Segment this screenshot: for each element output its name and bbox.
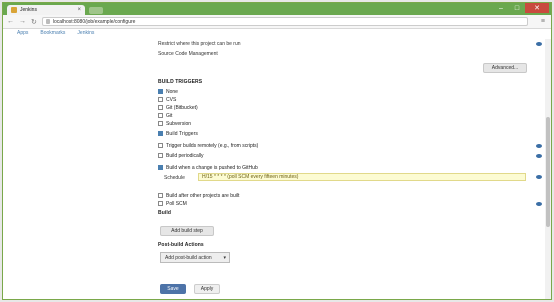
trigger-label: Build after other projects are built — [166, 193, 240, 199]
trigger-label: Build periodically — [166, 153, 204, 159]
advanced-button[interactable]: Advanced... — [483, 63, 527, 73]
trigger-row[interactable]: Build when a change is pushed to GitHub — [158, 165, 258, 171]
tab-strip: Jenkins × – □ ✕ — [3, 3, 551, 15]
trigger-row[interactable]: Trigger builds remotely (e.g., from scri… — [158, 143, 258, 149]
checkbox-icon[interactable] — [158, 143, 163, 149]
browser-toolbar: ← → ↻ localhost:8080/job/example/configu… — [3, 15, 551, 29]
help-icon[interactable] — [536, 42, 542, 46]
option-label: Subversion — [166, 121, 192, 127]
schedule-input[interactable]: H/15 * * * * (poll SCM every fifteen min… — [198, 173, 526, 181]
bookmark-item[interactable]: Jenkins — [77, 30, 94, 38]
section-marker-icon — [158, 131, 163, 137]
trigger-section-label: Build Triggers — [166, 131, 198, 137]
scrollbar-thumb[interactable] — [546, 117, 550, 227]
minimize-icon[interactable]: – — [493, 3, 509, 13]
address-bar[interactable]: localhost:8080/job/example/configure — [41, 17, 528, 26]
option-label: None — [166, 89, 178, 95]
checkbox-icon[interactable] — [158, 193, 163, 199]
page-info-icon[interactable] — [45, 19, 50, 24]
section-title: BUILD TRIGGERS — [158, 79, 203, 85]
new-tab-button[interactable] — [89, 7, 103, 14]
help-icon[interactable] — [536, 154, 542, 158]
help-icon[interactable] — [536, 144, 542, 148]
radio-icon[interactable] — [158, 105, 163, 111]
reload-icon[interactable]: ↻ — [31, 18, 37, 26]
save-button[interactable]: Save — [160, 284, 186, 294]
checkbox-icon[interactable] — [158, 165, 163, 171]
trigger-row[interactable]: Poll SCM — [158, 201, 187, 207]
option-label: Git (Bitbucket) — [166, 105, 198, 111]
help-icon[interactable] — [536, 175, 542, 179]
bookmark-item[interactable]: Apps — [17, 30, 28, 38]
page-content: Restrict where this project can be run S… — [3, 39, 551, 299]
checkbox-icon[interactable] — [158, 201, 163, 207]
tab-title: Jenkins — [20, 7, 37, 13]
option-label: CVS — [166, 97, 177, 103]
window-controls: – □ ✕ — [493, 3, 549, 13]
scrollbar[interactable] — [545, 39, 551, 299]
radio-icon[interactable] — [158, 97, 163, 103]
address-text: localhost:8080/job/example/configure — [52, 18, 136, 25]
trigger-label: Poll SCM — [166, 201, 187, 207]
add-build-step-button[interactable]: Add build step — [160, 226, 214, 236]
hamburger-menu-icon[interactable]: ≡ — [541, 18, 545, 25]
option-row[interactable]: Git — [158, 113, 172, 119]
schedule-value: H/15 * * * * (poll SCM every fifteen min… — [202, 174, 299, 180]
option-row[interactable]: Git (Bitbucket) — [158, 105, 198, 111]
close-window-icon[interactable]: ✕ — [525, 3, 549, 13]
option-label: Git — [166, 113, 173, 119]
browser-tab[interactable]: Jenkins × — [7, 5, 85, 15]
radio-icon[interactable] — [158, 113, 163, 119]
post-build-select[interactable]: Add post-build action ▾ — [160, 252, 230, 263]
maximize-icon[interactable]: □ — [509, 3, 525, 13]
trigger-label: Trigger builds remotely (e.g., from scri… — [166, 143, 259, 149]
option-row[interactable]: Subversion — [158, 121, 191, 127]
help-icon[interactable] — [536, 202, 542, 206]
schedule-label: Schedule — [164, 175, 185, 181]
post-build-select-value: Add post-build action — [165, 254, 212, 261]
back-arrow-icon[interactable]: ← — [7, 18, 14, 25]
checkbox-icon[interactable] — [158, 153, 163, 159]
subtitle: Source Code Management — [158, 51, 218, 57]
build-label: Build — [158, 210, 171, 216]
trigger-label: Build when a change is pushed to GitHub — [166, 165, 258, 171]
forward-arrow-icon[interactable]: → — [19, 18, 26, 25]
favicon-icon — [11, 7, 17, 13]
apply-button[interactable]: Apply — [194, 284, 220, 294]
trigger-row[interactable]: Build periodically — [158, 153, 204, 159]
option-row[interactable]: None — [158, 89, 178, 95]
post-build-title: Post-build Actions — [158, 242, 204, 248]
radio-icon[interactable] — [158, 89, 163, 95]
trigger-row[interactable]: Build after other projects are built — [158, 193, 239, 199]
close-tab-icon[interactable]: × — [77, 7, 81, 13]
dropdown-arrow-icon: ▾ — [223, 254, 226, 261]
option-row[interactable]: CVS — [158, 97, 176, 103]
browser-window: Jenkins × – □ ✕ ← → ↻ localhost:8080/job… — [2, 2, 552, 300]
bookmark-item[interactable]: Bookmarks — [40, 30, 65, 38]
bookmarks-bar: Apps Bookmarks Jenkins — [3, 30, 554, 38]
trigger-section-title: Build Triggers — [158, 131, 198, 137]
top-note: Restrict where this project can be run — [158, 41, 241, 47]
radio-icon[interactable] — [158, 121, 163, 127]
